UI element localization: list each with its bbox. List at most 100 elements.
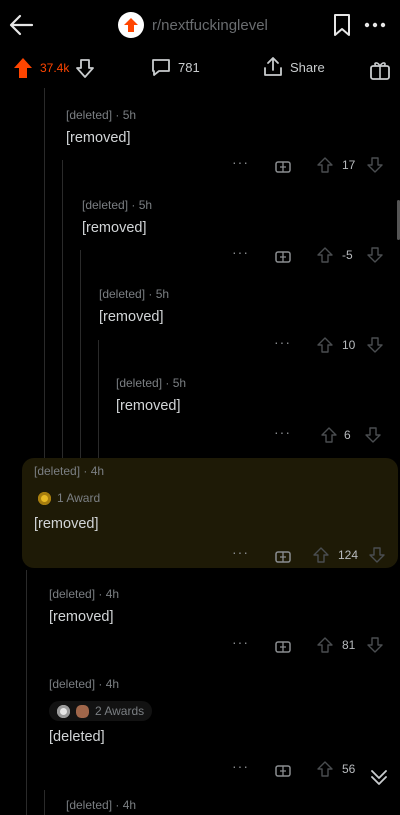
upvote-icon[interactable] (12, 56, 34, 80)
comment: [deleted] · 4h 2 Awards [deleted] (49, 677, 153, 745)
gold-award-icon (38, 491, 51, 505)
upvote-icon[interactable] (312, 546, 330, 564)
comment-more-button[interactable]: ··· (232, 154, 249, 170)
comment-score: 124 (338, 548, 359, 562)
award-icon[interactable] (274, 156, 292, 174)
chevron-double-down-icon[interactable] (366, 764, 392, 790)
upvote-icon[interactable] (316, 246, 334, 264)
comment-body: [removed] (49, 609, 114, 625)
comment-more-button[interactable]: ··· (232, 544, 249, 560)
comment: [deleted] · 5h [removed] (116, 376, 186, 414)
comment-body: [removed] (66, 130, 131, 146)
post-action-bar: 37.4k 781 Share (0, 52, 400, 86)
award-icon[interactable] (274, 760, 292, 778)
comment-meta: [deleted] · 4h (34, 464, 104, 478)
comment-more-button[interactable]: ··· (274, 334, 291, 350)
comment-author[interactable]: [deleted] (49, 587, 95, 601)
comment-body: [removed] (82, 220, 147, 236)
upvote-icon[interactable] (316, 156, 334, 174)
comment-score: 10 (342, 338, 356, 352)
comment-meta: [deleted] · 4h (49, 677, 152, 691)
comment-meta: [deleted] · 4h (66, 798, 136, 812)
award-icon[interactable] (274, 246, 292, 264)
awards-badge[interactable]: 1 Award (34, 488, 104, 508)
meta-separator: · (115, 108, 120, 122)
subreddit-logo-icon (118, 12, 144, 38)
comment-meta: [deleted] · 4h (49, 587, 119, 601)
award-icon[interactable] (274, 546, 292, 564)
upvote-icon[interactable] (316, 760, 334, 778)
awards-label: 1 Award (57, 491, 101, 505)
share-button[interactable]: Share (262, 56, 325, 78)
subreddit-name: r/nextfuckinglevel (152, 16, 268, 34)
comment-meta: [deleted] · 5h (66, 108, 136, 122)
comment-meta: [deleted] · 5h (82, 198, 152, 212)
comment-age: 4h (105, 677, 120, 691)
comment-author[interactable]: [deleted] (34, 464, 80, 478)
comment-score: 17 (342, 158, 356, 172)
downvote-icon[interactable] (366, 336, 384, 354)
comment-author[interactable]: [deleted] (82, 198, 128, 212)
wholesome-award-icon (76, 704, 89, 718)
comment-author[interactable]: [deleted] (116, 376, 162, 390)
upvote-icon[interactable] (316, 636, 334, 654)
upvote-icon[interactable] (320, 426, 338, 444)
meta-separator: · (165, 376, 170, 390)
comment-body: [removed] (99, 309, 164, 325)
comment-more-button[interactable]: ··· (232, 758, 249, 774)
downvote-icon[interactable] (366, 636, 384, 654)
post-vote-count: 37.4k (40, 61, 70, 75)
bookmark-icon[interactable] (330, 12, 354, 38)
back-arrow-icon[interactable] (6, 10, 36, 40)
comment: [deleted] · 5h [removed] (82, 198, 152, 236)
comment-author[interactable]: [deleted] (49, 677, 95, 691)
comment-score: -5 (342, 248, 353, 262)
thread-line (44, 88, 45, 458)
award-icon[interactable] (368, 58, 392, 82)
comment: [deleted] · 5h [removed] (99, 287, 169, 325)
comment-more-button[interactable]: ··· (232, 634, 249, 650)
downvote-icon[interactable] (364, 426, 382, 444)
award-icon[interactable] (274, 636, 292, 654)
downvote-icon[interactable] (368, 546, 386, 564)
downvote-icon[interactable] (366, 156, 384, 174)
comment: [deleted] · 5h [removed] (66, 108, 136, 146)
comment-age: 4h (105, 587, 120, 601)
comment-more-button[interactable]: ··· (274, 424, 291, 440)
comment-score: 56 (342, 762, 356, 776)
comment-highlighted: [deleted] · 4h 1 Award [removed] ··· 124 (22, 458, 398, 568)
downvote-icon[interactable] (75, 57, 95, 79)
comment-body: [deleted] (49, 729, 105, 745)
comment-bubble-icon (152, 59, 170, 76)
comments-button[interactable]: 781 (150, 56, 200, 78)
comment: [deleted] · 4h [removed] (49, 587, 119, 625)
thread-line (26, 570, 27, 815)
comment: [deleted] · 4h (66, 798, 136, 812)
comment-body: [removed] (34, 516, 99, 532)
comment-more-button[interactable]: ··· (232, 244, 249, 260)
thread-line (44, 790, 45, 815)
more-dots-icon[interactable] (362, 12, 388, 38)
share-label: Share (290, 59, 325, 75)
downvote-icon[interactable] (366, 246, 384, 264)
meta-separator: · (148, 287, 153, 301)
thread-line (98, 340, 99, 458)
comment-score: 81 (342, 638, 356, 652)
silver-award-icon (57, 704, 70, 718)
thread-line (62, 160, 63, 458)
meta-separator: · (98, 677, 103, 691)
comment-age: 4h (90, 464, 105, 478)
post-vote-group: 37.4k (12, 56, 95, 80)
comment-author[interactable]: [deleted] (66, 798, 112, 812)
comment-meta: [deleted] · 5h (99, 287, 169, 301)
awards-badge[interactable]: 2 Awards (49, 701, 153, 721)
comment-age: 5h (172, 376, 187, 390)
subreddit-header[interactable]: r/nextfuckinglevel (118, 12, 268, 38)
meta-separator: · (115, 798, 120, 812)
comment-author[interactable]: [deleted] (66, 108, 112, 122)
meta-separator: · (83, 464, 88, 478)
top-bar: r/nextfuckinglevel (0, 0, 400, 50)
comment-count: 781 (178, 59, 200, 75)
comment-author[interactable]: [deleted] (99, 287, 145, 301)
upvote-icon[interactable] (316, 336, 334, 354)
